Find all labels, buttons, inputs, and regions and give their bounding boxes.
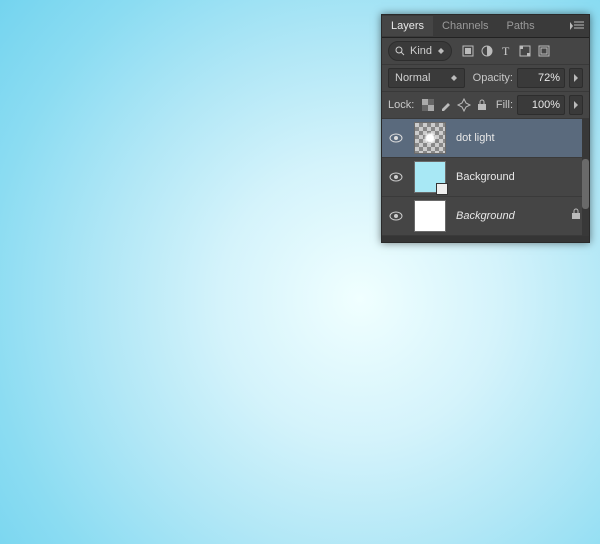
layer-list: dot light Background Background [382,119,589,236]
layer-thumbnail[interactable] [414,122,446,154]
blend-row: Normal Opacity: 72% [382,65,589,92]
dropdown-arrows-icon [437,48,445,54]
vector-mask-badge-icon [436,183,448,195]
menu-icon [573,21,585,31]
eye-icon [389,172,403,182]
filter-kind-select[interactable]: Kind [388,41,452,61]
eye-icon [389,211,403,221]
lock-position-icon[interactable] [458,99,470,111]
eye-icon [389,133,403,143]
layer-locked-icon [571,209,581,223]
lock-label: Lock: [388,99,414,111]
tab-paths[interactable]: Paths [498,16,544,36]
visibility-toggle[interactable] [382,172,410,182]
shape-layer-icon[interactable] [519,45,531,57]
lock-pixels-icon[interactable] [440,99,452,111]
svg-text:T: T [502,44,510,58]
layer-thumbnail[interactable] [414,161,446,193]
layer-row[interactable]: dot light [382,119,589,158]
fill-input[interactable]: 100% [517,95,565,115]
visibility-toggle[interactable] [382,211,410,221]
layers-scrollbar[interactable] [582,119,589,236]
lock-all-icon[interactable] [476,99,488,111]
opacity-value: 72% [538,72,560,84]
layer-row[interactable]: Background [382,158,589,197]
dropdown-arrows-icon [450,75,458,81]
filter-type-icons: T [462,45,550,57]
lock-row: Lock: Fill: 100% [382,92,589,119]
filter-kind-label: Kind [410,45,432,57]
layer-row[interactable]: Background [382,197,589,236]
panel-menu-button[interactable] [569,15,589,37]
visibility-toggle[interactable] [382,133,410,143]
fill-slider-button[interactable] [569,95,583,115]
blend-mode-select[interactable]: Normal [388,68,465,88]
layer-thumbnail[interactable] [414,200,446,232]
opacity-input[interactable]: 72% [517,68,565,88]
scrollbar-thumb[interactable] [582,159,589,209]
layer-name[interactable]: dot light [456,132,495,144]
panel-footer [382,236,589,242]
filter-row: Kind T [382,38,589,65]
adjustment-layer-icon[interactable] [481,45,493,57]
lock-transparency-icon[interactable] [422,99,434,111]
opacity-label: Opacity: [473,72,513,84]
search-icon [395,46,405,56]
layers-panel: Layers Channels Paths Kind T Normal Opac… [381,14,590,243]
blend-mode-value: Normal [395,72,430,84]
tab-channels[interactable]: Channels [433,16,497,36]
panel-tabs: Layers Channels Paths [382,15,589,38]
type-layer-icon[interactable]: T [500,45,512,57]
layer-name[interactable]: Background [456,210,515,222]
opacity-slider-button[interactable] [569,68,583,88]
fill-label: Fill: [496,99,513,111]
smart-object-icon[interactable] [538,45,550,57]
tab-layers[interactable]: Layers [382,16,433,36]
fill-value: 100% [532,99,560,111]
pixel-layer-icon[interactable] [462,45,474,57]
layer-name[interactable]: Background [456,171,515,183]
